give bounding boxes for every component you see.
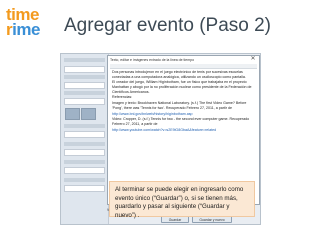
references-heading: Referencias: (112, 95, 133, 100)
callout-text: Al terminar se puede elegir en ingresarl… (115, 186, 244, 219)
reference-image: Imagen y texto: Brookhaven National Labo… (112, 101, 247, 110)
reference-link[interactable]: http://www.bnl.gov/bnlweb/history/higinb… (112, 112, 255, 117)
dialog-header: Texto, editar e imágenes extrado de la l… (110, 58, 195, 62)
close-icon[interactable]: ✕ (249, 56, 257, 63)
reference-link[interactable]: http://www.youtube.com/watch?v=s2E9iG8Gb… (112, 128, 255, 133)
thumbnail-image (81, 108, 96, 120)
page-title: Agregar evento (Paso 2) (64, 15, 272, 36)
logo-word-ime: ime (12, 20, 40, 39)
editor-toolbar[interactable] (110, 64, 257, 69)
description-paragraph: Dos personas introdujeron en el juego el… (112, 70, 246, 79)
reference-video: Video: Cropper, D. (s.f.) Tennis for two… (112, 117, 250, 126)
instruction-callout: Al terminar se puede elegir en ingresarl… (109, 181, 255, 219)
thumbnail-image (65, 108, 80, 120)
description-paragraph: El creador del juego, William Higinbotha… (112, 80, 252, 94)
screenshot-left-panel (61, 54, 109, 224)
timerime-logo: time rime (6, 6, 46, 41)
